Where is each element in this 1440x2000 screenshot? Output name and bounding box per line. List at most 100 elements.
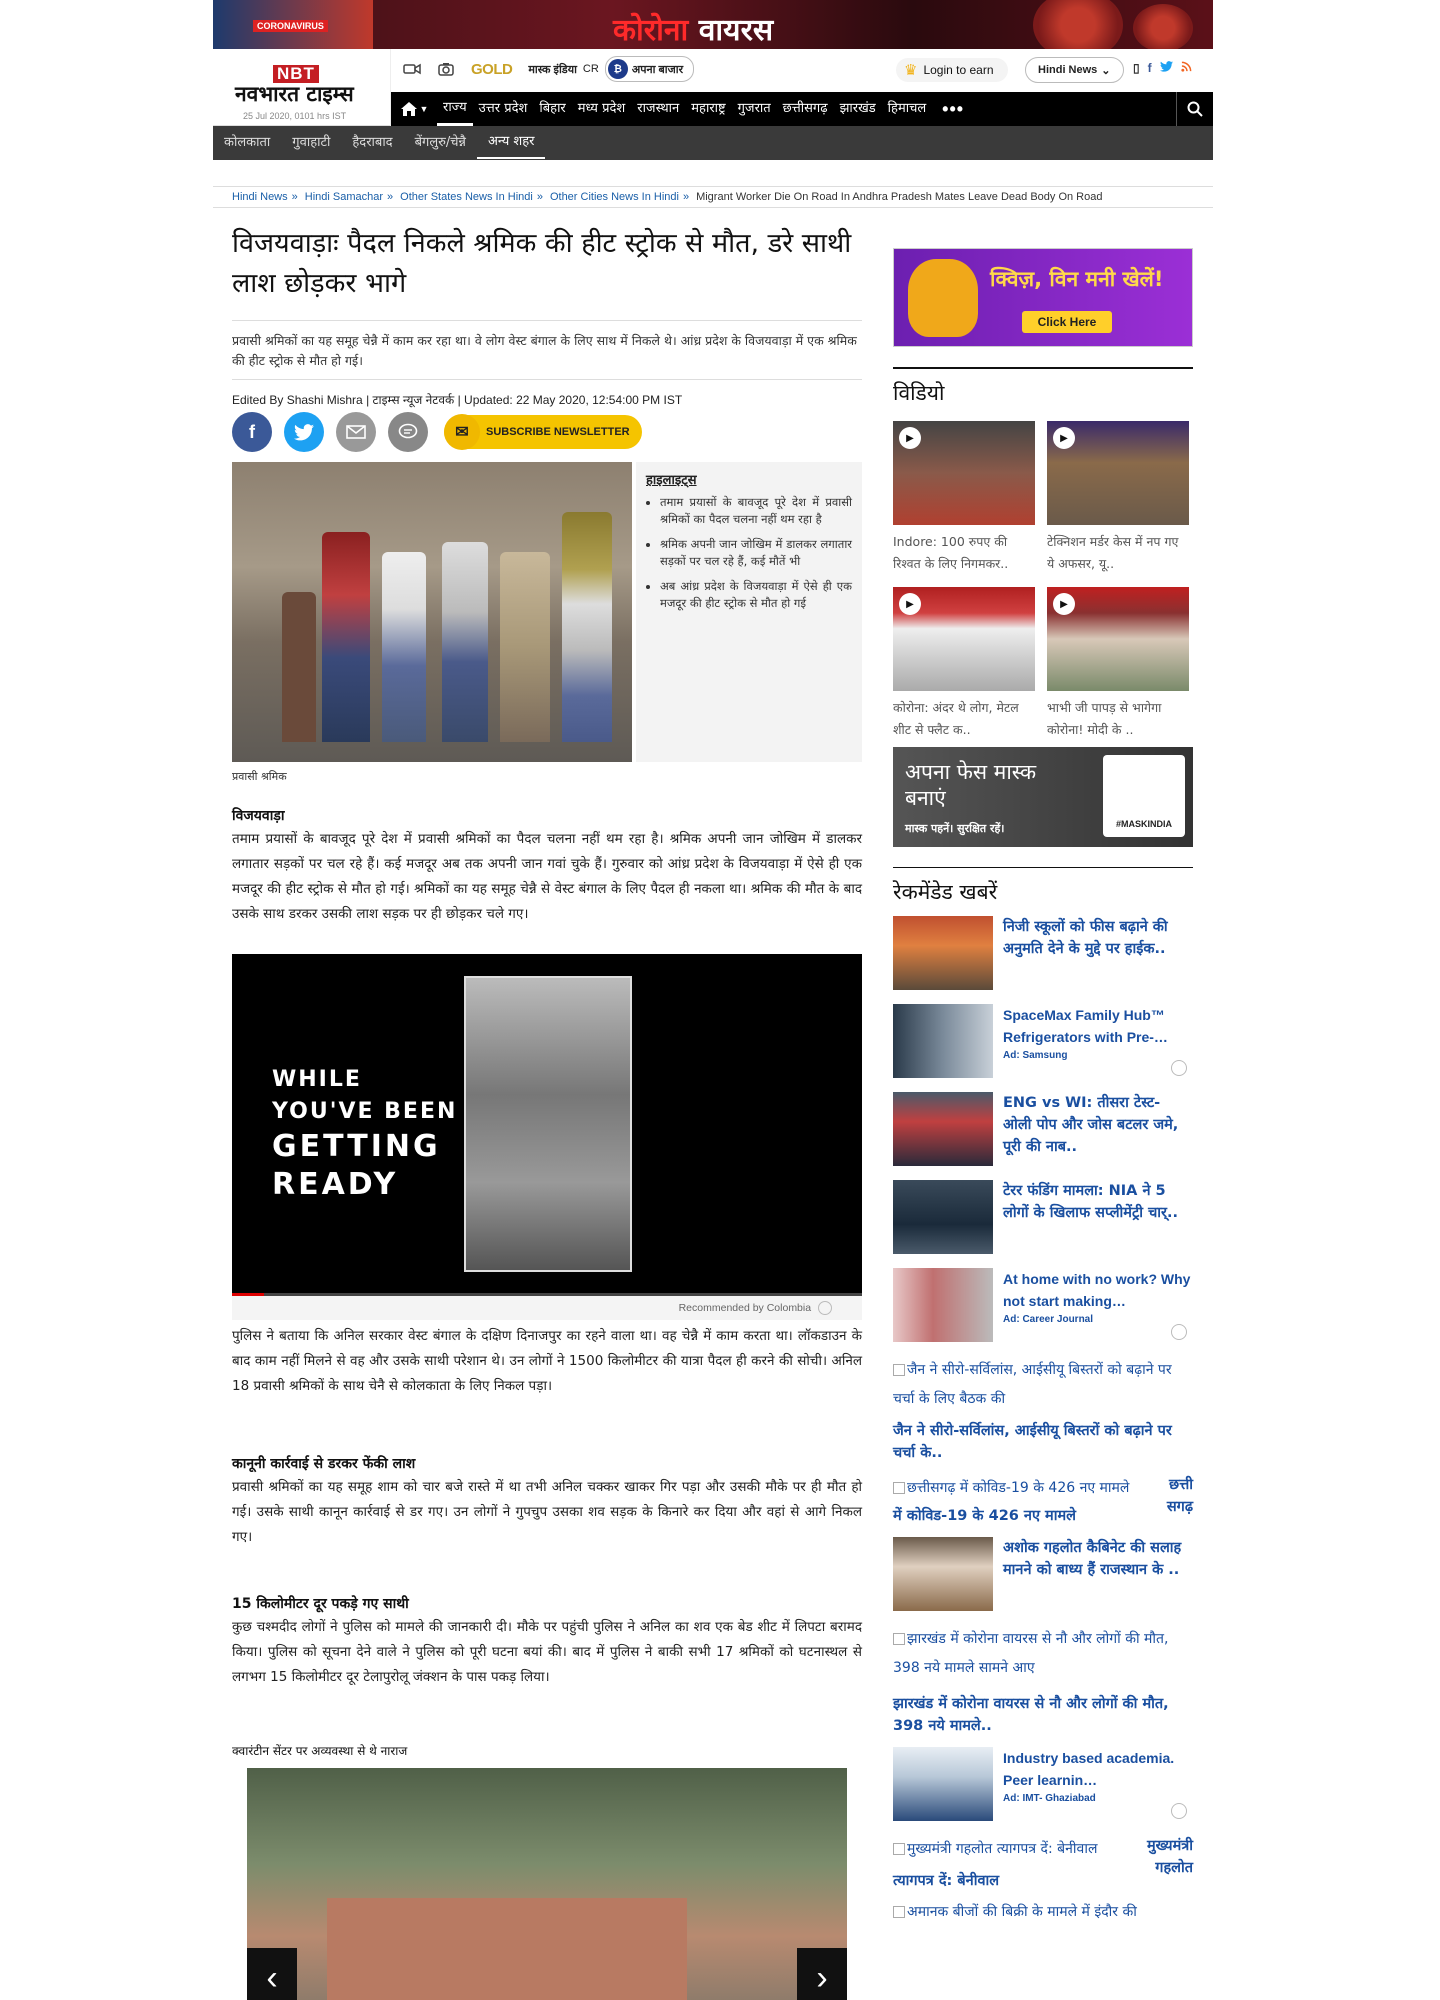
corona-banner[interactable]: CORONAVIRUS कोरोना वायरस [213, 0, 1213, 49]
ad-choices-icon[interactable] [1171, 1803, 1187, 1819]
lead-image-migrant-workers[interactable] [232, 462, 632, 762]
broken-image-icon [893, 1482, 905, 1494]
site-logo[interactable]: NBT नवभारत टाइम्स 25 Jul 2020, 0101 hrs … [213, 49, 391, 126]
recommended-title: अशोक गहलोत कैबिनेट की सलाह मानने को बाध्… [1003, 1540, 1182, 1578]
subnav-item-guwahati[interactable]: गुवाहाटी [281, 126, 341, 160]
recommended-item[interactable]: अशोक गहलोत कैबिनेट की सलाह मानने को बाध्… [893, 1537, 1193, 1611]
recommended-item[interactable]: निजी स्कूलों को फीस बढ़ाने की अनुमति देन… [893, 916, 1193, 990]
nav-item-rajasthan[interactable]: राजस्थान [631, 92, 685, 126]
recommended-item[interactable]: छत्तीसगढ़ में कोविड-19 के 426 नए मामले छ… [893, 1474, 1193, 1527]
subnav-item-hyderabad[interactable]: हैदराबाद [341, 126, 403, 160]
language-selector[interactable]: Hindi News ⌄ [1025, 57, 1124, 83]
recommended-item[interactable]: ENG vs WI: तीसरा टेस्ट- ओली पोप और जोस ब… [893, 1092, 1193, 1166]
facebook-share-icon[interactable]: f [232, 412, 272, 452]
article-paragraph: तमाम प्रयासों के बावजूद पूरे देश में प्र… [232, 831, 862, 922]
cr-link[interactable]: CR [583, 63, 599, 75]
comment-icon[interactable] [388, 412, 428, 452]
photo-gallery[interactable]: ‹ › [247, 1768, 847, 2000]
ad-click-button[interactable]: Click Here [1022, 311, 1112, 333]
quiz-ad[interactable]: क्विज़, विन मनी खेलें! Click Here [893, 248, 1193, 347]
breadcrumb-link[interactable]: Hindi Samachar [305, 191, 383, 203]
breadcrumb-separator: » [291, 191, 298, 203]
subnav-item-kolkata[interactable]: कोलकाता [213, 126, 281, 160]
home-icon[interactable]: ▼ [391, 92, 437, 126]
nav-item-maharashtra[interactable]: महाराष्ट्र [685, 92, 731, 126]
ad-choices-icon[interactable] [1171, 1324, 1187, 1340]
recommended-item[interactable]: SpaceMax Family Hub™ Refrigerators with … [893, 1004, 1193, 1078]
broken-image-link[interactable]: झारखंड में कोरोना वायरस से नौ और लोगों क… [893, 1625, 1193, 1683]
article-paragraph: कुछ चश्मदीद लोगों ने पुलिस को मामले की ज… [232, 1619, 862, 1685]
video-card[interactable]: ▶ कोरोना: अंदर थे लोग, मेटल शीट से फ्लैट… [893, 587, 1035, 741]
breadcrumb-link[interactable]: Hindi News [232, 191, 288, 203]
article-subheading: 15 किलोमीटर दूर पकड़े गए साथी [232, 1596, 409, 1612]
nav-item-madhya-pradesh[interactable]: मध्य प्रदेश [572, 92, 631, 126]
video-card[interactable]: ▶ भाभी जी पापड़ से भागेगा कोरोना! मोदी क… [1047, 587, 1189, 741]
twitter-icon[interactable] [1159, 61, 1173, 75]
gold-link[interactable]: GOLD [471, 61, 513, 78]
recommended-by-colombia[interactable]: Recommended by Colombia [232, 1296, 862, 1320]
ad-choices-icon[interactable] [1171, 1060, 1187, 1076]
article-title: विजयवाड़ाः पैदल निकले श्रमिक की हीट स्ट्… [232, 228, 852, 299]
recommended-thumbnail [893, 1180, 993, 1254]
breadcrumb-link[interactable]: Other Cities News In Hindi [550, 191, 679, 203]
broken-image-link[interactable]: छत्तीसगढ़ में कोविड-19 के 426 नए मामले [893, 1474, 1163, 1503]
recommended-thumbnail [893, 1268, 993, 1342]
video-title: कोरोना: अंदर थे लोग, मेटल शीट से फ्लैट क… [893, 700, 1019, 737]
recommended-title: टेरर फंडिंग मामला: NIA ने 5 लोगों के खिल… [1003, 1183, 1178, 1221]
nav-item-jharkhand[interactable]: झारखंड [834, 92, 882, 126]
video-thumbnail: ▶ [893, 587, 1035, 691]
recommended-item[interactable]: मुख्यमंत्री गहलोत त्यागपत्र दें: बेनीवाल… [893, 1835, 1193, 1892]
nav-item-himachal[interactable]: हिमाचल [882, 92, 932, 126]
figure-person [562, 512, 612, 742]
twitter-share-icon[interactable] [284, 412, 324, 452]
gallery-caption: क्वारंटीन सेंटर पर अव्यवस्था से थे नाराज [232, 1744, 408, 1758]
video-card[interactable]: ▶ Indore: 100 रुपए की रिश्वत के लिए निगम… [893, 421, 1035, 575]
broken-image-icon [893, 1906, 905, 1918]
highlight-item: श्रमिक अपनी जान जोखिम में डालकर लगातार स… [660, 536, 852, 570]
broken-image-link[interactable]: मुख्यमंत्री गहलोत त्यागपत्र दें: बेनीवाल [893, 1835, 1123, 1864]
video-camera-icon[interactable] [403, 62, 421, 76]
subscribe-newsletter-button[interactable]: ✉ SUBSCRIBE NEWSLETTER [444, 414, 642, 450]
highlight-item: अब आंध्र प्रदेश के विजयवाड़ा में ऐसे ही … [660, 578, 852, 612]
breadcrumb-separator: » [682, 191, 690, 203]
mask-india-link[interactable]: मास्क इंडिया [528, 62, 577, 77]
subnav-item-bengaluru-chennai[interactable]: बेंगलुरु/चेन्नै [404, 126, 477, 160]
login-button[interactable]: ♛ Login to earn [896, 58, 1008, 82]
recommended-title[interactable]: जैन ने सीरो-सर्विलांस, आईसीयू बिस्तरों क… [893, 1420, 1193, 1464]
nav-more-button[interactable]: ••• [932, 99, 974, 120]
mobile-icon[interactable]: ▯ [1133, 61, 1140, 75]
gallery-prev-button[interactable]: ‹ [247, 1948, 297, 2000]
highlight-item: तमाम प्रयासों के बावजूद पूरे देश में प्र… [660, 494, 852, 528]
recommended-item[interactable]: Industry based academia. Peer learnin… A… [893, 1747, 1193, 1821]
video-player[interactable]: WHILE YOU'VE BEEN GETTING READY [232, 954, 862, 1296]
recommended-item[interactable]: At home with no work? Why not start maki… [893, 1268, 1193, 1342]
recommended-item[interactable]: टेरर फंडिंग मामला: NIA ने 5 लोगों के खिल… [893, 1180, 1193, 1254]
broken-image-link[interactable]: जैन ने सीरो-सर्विलांस, आईसीयू बिस्तरों क… [893, 1356, 1193, 1414]
nav-item-bihar[interactable]: बिहार [533, 92, 571, 126]
broken-image-link[interactable]: अमानक बीजों की बिक्री के मामले में इंदौर… [893, 1902, 1193, 1922]
play-icon: ▶ [1053, 427, 1075, 449]
nav-item-gujarat[interactable]: गुजरात [732, 92, 777, 126]
facebook-icon[interactable]: f [1148, 61, 1152, 75]
gallery-next-button[interactable]: › [797, 1948, 847, 2000]
city-subnav: कोलकाता गुवाहाटी हैदराबाद बेंगलुरु/चेन्न… [213, 126, 1213, 160]
nav-item-chhattisgarh[interactable]: छत्तीसगढ़ [777, 92, 834, 126]
search-icon[interactable] [1176, 92, 1213, 126]
email-share-icon[interactable] [336, 412, 376, 452]
breadcrumb-link[interactable]: Other States News In Hindi [400, 191, 533, 203]
nav-item-rajya[interactable]: राज्य [437, 93, 473, 126]
video-thumbnail: ▶ [893, 421, 1035, 525]
video-card[interactable]: ▶ टेक्निशन मर्डर केस में नप गए ये अफसर, … [1047, 421, 1189, 575]
sidebar: क्विज़, विन मनी खेलें! Click Here विडियो… [893, 248, 1193, 1922]
subnav-item-other-cities[interactable]: अन्य शहर [476, 127, 546, 159]
recommended-title: Industry based academia. Peer learnin… [1003, 1750, 1175, 1788]
mask-india-ad[interactable]: अपना फेस मास्क बनाएं मास्क पहनें। सुरक्षि… [893, 747, 1193, 847]
recommended-title[interactable]: झारखंड में कोरोना वायरस से नौ और लोगों क… [893, 1693, 1193, 1737]
nav-item-uttar-pradesh[interactable]: उत्तर प्रदेश [473, 92, 534, 126]
apna-bazar-button[interactable]: ₿ अपना बाजार [604, 56, 695, 82]
photo-camera-icon[interactable] [437, 62, 455, 76]
envelope-icon: ✉ [444, 414, 480, 450]
rss-icon[interactable] [1180, 61, 1192, 75]
figure-person [382, 552, 426, 742]
figure-person [282, 592, 316, 742]
